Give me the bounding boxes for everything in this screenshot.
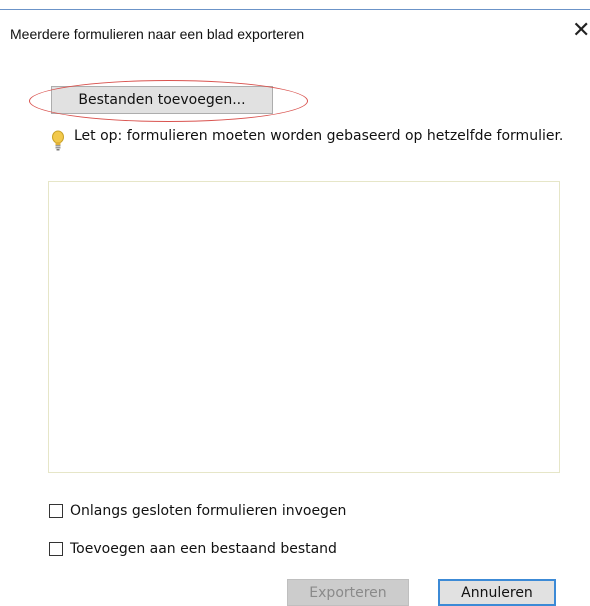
append-existing-option[interactable]: Toevoegen aan een bestaand bestand — [49, 541, 337, 557]
export-button[interactable]: Exporteren — [287, 579, 409, 606]
close-icon[interactable]: ✕ — [572, 20, 590, 42]
insert-recent-option[interactable]: Onlangs gesloten formulieren invoegen — [49, 503, 346, 519]
notice-text: Let op: formulieren moeten worden gebase… — [74, 128, 564, 144]
dialog-title: Meerdere formulieren naar een blad expor… — [10, 26, 305, 42]
insert-recent-label: Onlangs gesloten formulieren invoegen — [70, 503, 347, 519]
append-existing-checkbox[interactable] — [49, 542, 63, 556]
title-accent-line — [0, 9, 590, 10]
cancel-button[interactable]: Annuleren — [438, 579, 556, 606]
append-existing-label: Toevoegen aan een bestaand bestand — [70, 541, 337, 557]
file-list[interactable] — [48, 181, 560, 473]
add-files-button[interactable]: Bestanden toevoegen... — [51, 86, 273, 114]
insert-recent-checkbox[interactable] — [49, 504, 63, 518]
lightbulb-icon — [52, 130, 64, 151]
